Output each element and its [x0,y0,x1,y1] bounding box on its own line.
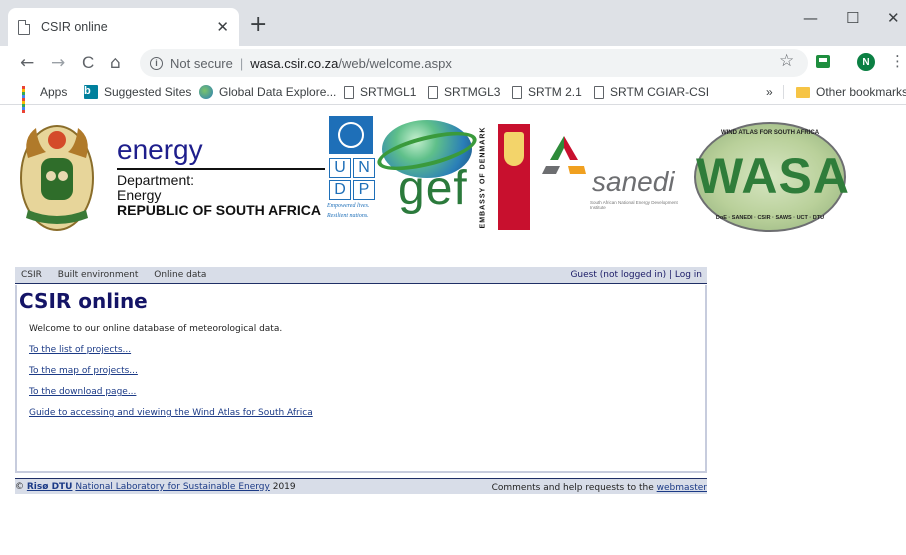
bookmark-label: Global Data Explore... [219,85,337,99]
riso-dtu-link[interactable]: Risø DTU [27,482,73,492]
partner-logos: energy Department: Energy REPUBLIC OF SO… [0,106,906,256]
nav-link-online-data[interactable]: Online data [154,270,206,280]
address-host: wasa.csir.co.za [250,55,339,71]
gef-logo: gef [398,162,468,215]
tab-title: CSIR online [41,20,108,34]
bookmark-label: SRTM CGIAR-CSI [610,85,710,99]
bookmark-star-icon[interactable]: ☆ [779,51,794,71]
national-laboratory-link[interactable]: National Laboratory for Sustainable Ener… [75,482,269,492]
reload-button[interactable]: C [82,53,94,73]
globe-icon [199,85,213,99]
back-button[interactable]: ← [20,53,34,73]
bookmark-srtmgl3[interactable]: SRTMGL3 [428,85,500,99]
undp-logo: U N D P Empowered lives. Resilient natio… [327,116,375,220]
bookmark-apps[interactable]: Apps [22,85,68,113]
bookmark-srtm-2-1[interactable]: SRTM 2.1 [512,85,582,99]
page-icon [344,85,354,99]
bookmarks-bar: Apps b Suggested Sites Global Data Explo… [0,80,906,113]
forward-button[interactable]: → [51,53,65,73]
wasa-bottom-text: DoE · SANEDI · CSIR · SAWS · UCT · DTU [715,215,825,221]
wasa-logo: WIND ATLAS FOR SOUTH AFRICA WASA DoE · S… [694,122,850,232]
energy-rule [117,168,325,170]
extension-icon[interactable] [816,55,830,68]
denmark-label: EMBASSY OF DENMARK [479,126,487,228]
undp-letter: N [353,158,375,178]
wasa-top-text: WIND ATLAS FOR SOUTH AFRICA [720,130,820,136]
apps-grid-icon [22,86,34,113]
comments-text: Comments and help requests to the [491,483,654,493]
other-bookmarks-label: Other bookmarks [816,85,906,99]
copyright-year: 2019 [272,482,296,492]
address-bar[interactable]: i Not secure | wasa.csir.co.za/web/welco… [140,49,808,77]
wasa-word: WASA [696,148,850,204]
other-bookmarks[interactable]: Other bookmarks [796,85,906,99]
denmark-embassy-text: EMBASSY OF DENMARK [472,122,494,232]
page-icon [428,85,438,99]
sanedi-mark-icon [542,136,586,174]
energy-word: energy [117,134,203,165]
bookmark-label: Apps [40,85,68,99]
site-navbar: CSIR Built environment Online data Guest… [15,267,707,284]
profile-avatar[interactable]: N [857,53,875,71]
chevron-double-right-icon: » [766,85,773,99]
page-footer: © Risø DTU National Laboratory for Susta… [15,478,707,494]
home-button[interactable]: ⌂ [110,53,121,73]
denmark-crest-logo [498,124,530,230]
security-label: Not secure [170,55,233,71]
sanedi-subtitle: South African National Energy Developmen… [590,200,678,210]
webmaster-link[interactable]: webmaster [657,483,707,493]
undp-tagline-1: Empowered lives. [327,203,370,209]
bookmark-label: Suggested Sites [104,85,192,99]
link-wind-atlas-guide[interactable]: Guide to accessing and viewing the Wind … [29,408,313,418]
maximize-button[interactable]: ☐ [846,10,859,26]
sanedi-logo: sanedi [592,166,675,197]
bookmark-srtmgl1[interactable]: SRTMGL1 [344,85,416,99]
bookmark-suggested-sites[interactable]: b Suggested Sites [84,85,191,99]
info-icon[interactable]: i [150,56,163,70]
page-title: CSIR online [19,289,148,313]
bookmarks-overflow-button[interactable]: » [766,85,773,99]
new-tab-button[interactable]: + [249,14,267,36]
login-status[interactable]: Guest (not logged in) | Log in [570,270,702,280]
bookmark-srtm-cgiar-csi[interactable]: SRTM CGIAR-CSI [594,85,709,99]
bookmark-global-data-explorer[interactable]: Global Data Explore... [199,85,336,99]
bookmark-label: SRTMGL1 [360,85,417,99]
browser-tab[interactable]: CSIR online ✕ [8,8,239,46]
un-emblem-icon [329,116,373,154]
nav-link-csir[interactable]: CSIR [21,270,42,280]
close-tab-icon[interactable]: ✕ [216,19,229,35]
page-icon [512,85,522,99]
nav-link-built-environment[interactable]: Built environment [58,270,139,280]
undp-letter: U [329,158,351,178]
bookmarks-divider [783,85,784,99]
browser-menu-icon[interactable]: ⋮ [890,52,905,70]
undp-tagline-2: Resilient nations. [327,213,369,219]
undp-letter: D [329,180,351,200]
energy-department-logo: energy Department: Energy REPUBLIC OF SO… [117,136,325,218]
address-path: /web/welcome.aspx [338,55,452,71]
coat-of-arms-logo [20,125,94,231]
close-window-button[interactable]: ✕ [887,10,900,26]
energy-line-1: Department: [117,172,195,188]
energy-line-3: REPUBLIC OF SOUTH AFRICA [117,202,322,218]
welcome-text: Welcome to our online database of meteor… [29,324,283,334]
undp-letter: P [353,180,375,200]
tab-strip: CSIR online ✕ + — ☐ ✕ [0,0,906,46]
minimize-button[interactable]: — [803,10,818,26]
link-map-of-projects[interactable]: To the map of projects... [29,366,138,376]
bookmark-label: SRTM 2.1 [528,85,582,99]
bing-icon: b [84,85,98,99]
folder-icon [796,86,810,98]
link-list-of-projects[interactable]: To the list of projects... [29,345,131,355]
page-icon [594,85,604,99]
copyright-symbol: © [15,482,24,492]
link-download-page[interactable]: To the download page... [29,387,136,397]
content-panel: CSIR online Welcome to our online databa… [15,285,707,473]
bookmark-label: SRTMGL3 [444,85,501,99]
address-separator: | [239,55,244,71]
energy-line-2: Energy [117,187,162,203]
page-icon [18,19,30,35]
